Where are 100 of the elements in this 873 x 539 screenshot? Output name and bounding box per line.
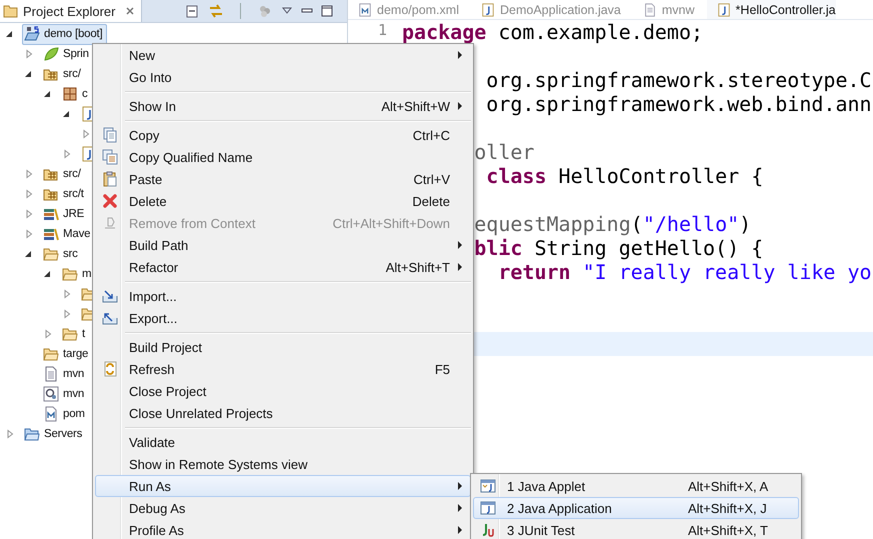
menu-item[interactable]: Show In Alt+Shift+W xyxy=(95,95,471,117)
collapsed-arrow-icon[interactable] xyxy=(5,429,15,439)
folder-icon xyxy=(24,426,40,442)
tree-item[interactable]: c xyxy=(60,84,92,104)
shortcut-text: Ctrl+V xyxy=(412,172,450,186)
menu-item[interactable]: Refactor Alt+Shift+T xyxy=(95,256,471,278)
tree-item[interactable]: t xyxy=(60,324,89,344)
library-books-icon xyxy=(43,206,59,222)
editor-tab[interactable]: *HelloController.ja xyxy=(706,0,836,19)
shortcut-text: Alt+Shift+X, A xyxy=(688,478,770,494)
tree-item[interactable]: m xyxy=(60,264,96,284)
link-arrows-icon[interactable] xyxy=(208,3,224,19)
collapsed-arrow-icon[interactable] xyxy=(81,129,91,139)
text-file-icon xyxy=(642,2,657,16)
tree-item[interactable]: JRE xyxy=(41,204,88,224)
code-text: ) xyxy=(739,212,752,236)
submenu-arrow-icon xyxy=(458,263,462,271)
leaf-icon xyxy=(43,46,59,62)
expanded-arrow-icon[interactable] xyxy=(62,109,72,119)
close-icon[interactable] xyxy=(125,6,136,16)
folder-icon xyxy=(62,266,78,282)
collapse-all-icon[interactable] xyxy=(184,3,200,19)
expanded-arrow-icon[interactable] xyxy=(24,249,34,259)
menu-item[interactable]: Export... xyxy=(95,307,471,329)
library-books-icon xyxy=(43,226,59,242)
tree-item[interactable]: pom xyxy=(41,404,89,424)
menu-item[interactable]: Profile As xyxy=(95,519,471,539)
collapsed-arrow-icon[interactable] xyxy=(24,169,34,179)
collapsed-arrow-icon[interactable] xyxy=(62,289,72,299)
code-text: package xyxy=(402,20,486,44)
code-text: "/hello" xyxy=(642,212,740,236)
menu-item[interactable]: Close Unrelated Projects xyxy=(95,402,471,424)
tree-item[interactable]: mvn xyxy=(41,364,88,384)
menu-item[interactable]: Close Project xyxy=(95,380,471,402)
expanded-arrow-icon[interactable] xyxy=(43,89,53,99)
menu-item[interactable]: Copy Qualified Name xyxy=(95,146,471,168)
applet-icon xyxy=(480,478,496,494)
shortcut-text: Alt+Shift+X, J xyxy=(688,500,768,516)
shortcut-text: Ctrl+C xyxy=(412,128,450,142)
submenu-arrow-icon xyxy=(458,504,462,512)
tree-item[interactable]: targe xyxy=(41,344,92,364)
application-icon xyxy=(480,500,496,516)
menu-item[interactable]: New xyxy=(95,44,471,66)
menu-item[interactable]: 3 JUnit Test Alt+Shift+X, T xyxy=(473,519,799,539)
package-icon xyxy=(62,86,78,102)
tree-item[interactable]: Mave xyxy=(41,224,94,244)
project-icon xyxy=(24,26,40,42)
menu-item[interactable]: Build Project xyxy=(95,336,471,358)
menu-item[interactable]: Debug As xyxy=(95,497,471,519)
remove-icon xyxy=(102,215,118,231)
maximize-icon[interactable] xyxy=(321,5,333,17)
submenu-arrow-icon xyxy=(458,241,462,249)
submenu-arrow-icon xyxy=(458,482,462,490)
collapsed-arrow-icon[interactable] xyxy=(24,189,34,199)
menu-item[interactable]: Validate xyxy=(95,431,471,453)
menu-item[interactable]: Show in Remote Systems view xyxy=(95,453,471,475)
expanded-arrow-icon[interactable] xyxy=(5,29,15,39)
code-text: String getHello() { xyxy=(534,236,764,260)
gear-file-icon xyxy=(43,386,59,402)
tree-item[interactable]: Sprin xyxy=(41,44,93,64)
tree-item[interactable]: src/ xyxy=(41,164,85,184)
code-text: org.springframework.web.bind.ann xyxy=(486,92,872,116)
menu-item[interactable]: Run As xyxy=(95,475,471,497)
menu-item[interactable]: Go Into xyxy=(95,66,471,88)
tree-item[interactable]: src/t xyxy=(41,184,88,204)
tree-item[interactable]: mvn xyxy=(41,384,88,404)
clipboard-icon xyxy=(102,171,118,187)
collapsed-arrow-icon[interactable] xyxy=(24,209,34,219)
delete-icon xyxy=(102,193,118,209)
code-text: ( xyxy=(630,212,643,236)
menu-item[interactable]: 1 Java Applet Alt+Shift+X, A xyxy=(473,475,799,497)
menu-item[interactable]: Copy Ctrl+C xyxy=(95,124,471,146)
junit-icon xyxy=(480,522,496,538)
folder-icon xyxy=(43,246,59,262)
collapsed-arrow-icon[interactable] xyxy=(24,49,34,59)
code-text: equestMapping xyxy=(474,212,631,236)
tree-item[interactable]: Servers xyxy=(22,424,86,444)
menu-item[interactable]: Delete Delete xyxy=(95,190,471,212)
folder-icon xyxy=(43,346,59,362)
shortcut-text: Ctrl+Alt+Shift+Down xyxy=(332,216,450,230)
collapsed-arrow-icon[interactable] xyxy=(43,329,53,339)
tree-item[interactable]: src/ xyxy=(41,64,85,84)
menu-item[interactable]: Import... xyxy=(95,285,471,307)
copy-icon xyxy=(102,149,118,165)
menu-item[interactable]: Paste Ctrl+V xyxy=(95,168,471,190)
menu-item[interactable]: Build Path xyxy=(95,234,471,256)
folder-icon xyxy=(3,3,19,19)
tree-item[interactable]: src xyxy=(41,244,82,264)
expanded-arrow-icon[interactable] xyxy=(24,69,34,79)
expanded-arrow-icon[interactable] xyxy=(43,269,53,279)
collapsed-arrow-icon[interactable] xyxy=(62,309,72,319)
menu-item[interactable]: 2 Java Application Alt+Shift+X, J xyxy=(473,497,799,519)
submenu-arrow-icon xyxy=(458,51,462,59)
code-text: "I really really like yo xyxy=(582,260,872,284)
menu-item[interactable]: Refresh F5 xyxy=(95,358,471,380)
tree-item[interactable]: demo [boot] xyxy=(22,24,107,44)
filter-icon[interactable] xyxy=(257,3,273,19)
collapsed-arrow-icon[interactable] xyxy=(24,229,34,239)
code-text: class xyxy=(486,164,546,188)
collapsed-arrow-icon[interactable] xyxy=(62,149,72,159)
